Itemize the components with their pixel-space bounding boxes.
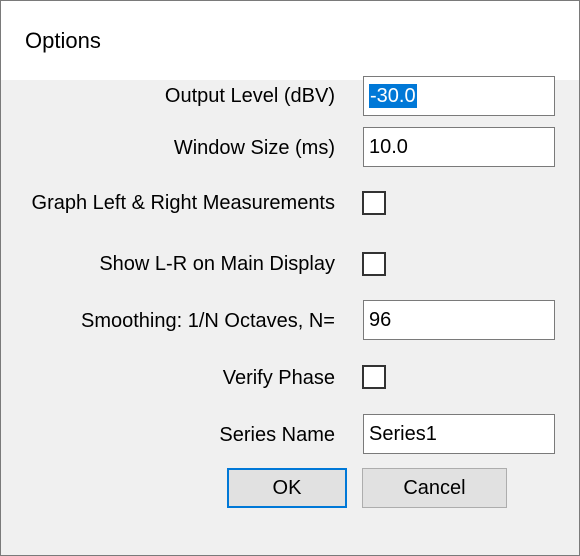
series-name-input[interactable]: Series1 xyxy=(363,414,555,454)
dialog-title: Options xyxy=(25,28,101,53)
graph-lr-checkbox[interactable] xyxy=(362,191,386,215)
verify-phase-checkbox[interactable] xyxy=(362,365,386,389)
cancel-button[interactable]: Cancel xyxy=(362,468,507,508)
series-name-value: Series1 xyxy=(369,423,437,445)
output-level-value: -30.0 xyxy=(369,84,417,108)
window-size-label: Window Size (ms) xyxy=(173,137,335,159)
smoothing-input[interactable]: 96 xyxy=(363,300,555,340)
window-size-input[interactable]: 10.0 xyxy=(363,127,555,167)
options-dialog: Options Output Level (dBV) -30.0 Window … xyxy=(0,0,580,556)
show-lr-label: Show L-R on Main Display xyxy=(99,253,335,275)
window-size-value: 10.0 xyxy=(369,136,408,158)
graph-lr-label: Graph Left & Right Measurements xyxy=(31,192,335,214)
show-lr-checkbox[interactable] xyxy=(362,252,386,276)
verify-phase-label: Verify Phase xyxy=(222,367,335,389)
smoothing-label: Smoothing: 1/N Octaves, N= xyxy=(80,310,335,332)
ok-button[interactable]: OK xyxy=(227,468,347,508)
smoothing-value: 96 xyxy=(369,309,392,331)
output-level-input[interactable]: -30.0 xyxy=(363,76,555,116)
output-level-label: Output Level (dBV) xyxy=(164,85,335,107)
title-bar: Options xyxy=(1,1,579,80)
series-name-label: Series Name xyxy=(219,424,335,446)
